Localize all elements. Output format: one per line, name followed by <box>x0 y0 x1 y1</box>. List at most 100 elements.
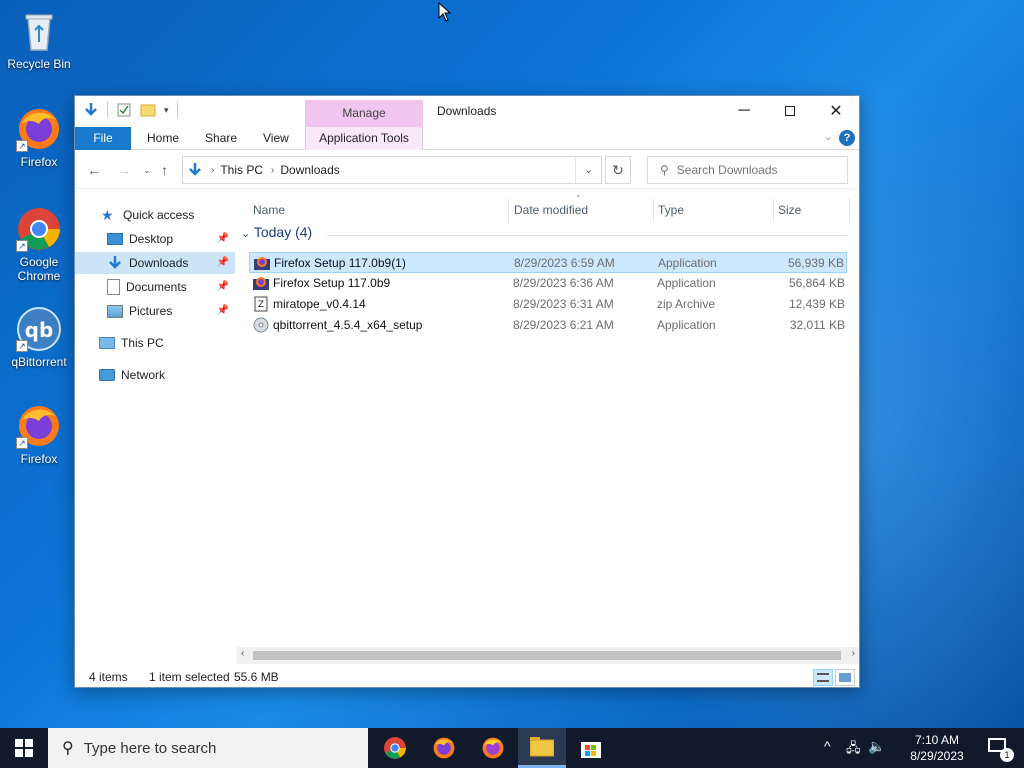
pin-icon[interactable]: 📌 <box>217 305 229 316</box>
tab-application-tools[interactable]: Application Tools <box>305 127 423 150</box>
group-divider <box>327 235 847 236</box>
download-arrow-icon[interactable] <box>83 102 99 118</box>
desktop-icon-qbittorrent[interactable]: qb ↗ qBittorrent <box>2 306 76 369</box>
recent-locations-button[interactable]: ⌄ <box>143 165 151 176</box>
large-icons-view-button[interactable] <box>835 669 855 686</box>
desktop-icon-label: qBittorrent <box>11 355 67 369</box>
breadcrumb-this-pc[interactable]: This PC <box>220 163 263 177</box>
close-button[interactable]: ✕ <box>813 96 859 126</box>
title-bar: ▾ Manage Downloads ─ ✕ <box>75 96 859 127</box>
recycle-bin-icon <box>16 8 62 54</box>
back-button[interactable]: ← <box>87 162 101 178</box>
desktop-icon-firefox[interactable]: ↗ Firefox <box>2 106 76 169</box>
clock-date: 8/29/2023 <box>910 749 964 763</box>
navigation-bar: ← → ⌄ ↑ › This PC › Downloads ⌄ ↻ ⚲ <box>75 151 859 189</box>
refresh-icon: ↻ <box>612 162 624 178</box>
sidebar-item-documents[interactable]: Documents 📌 <box>75 276 235 298</box>
store-icon <box>581 742 601 758</box>
manage-tab[interactable]: Manage <box>305 100 423 127</box>
computer-icon <box>99 337 115 349</box>
file-size: 56,939 KB <box>787 256 844 270</box>
sidebar-item-quick-access[interactable]: ★ Quick access <box>75 204 235 226</box>
file-name: miratope_v0.4.14 <box>273 297 366 311</box>
refresh-button[interactable]: ↻ <box>605 156 631 184</box>
up-button[interactable]: ↑ <box>161 162 168 178</box>
action-center-button[interactable]: 1 <box>988 738 1014 762</box>
file-size: 32,011 KB <box>789 318 845 332</box>
file-name: Firefox Setup 117.0b9(1) <box>274 256 406 270</box>
sidebar-item-pictures[interactable]: Pictures 📌 <box>75 300 235 322</box>
properties-icon[interactable] <box>116 102 132 118</box>
desktop-icon-label: Recycle Bin <box>7 57 71 71</box>
taskbar-firefox[interactable] <box>420 728 468 768</box>
file-date: 8/29/2023 6:31 AM <box>513 297 614 311</box>
file-type: zip Archive <box>657 297 716 311</box>
shortcut-arrow-icon: ↗ <box>16 340 28 352</box>
expand-ribbon-icon[interactable]: ⌄ <box>824 130 833 143</box>
file-date: 8/29/2023 6:59 AM <box>514 256 615 270</box>
table-row[interactable]: Firefox Setup 117.0b9 8/29/2023 6:36 AM … <box>249 273 847 294</box>
file-size: 56,864 KB <box>788 276 845 290</box>
sidebar-item-desktop[interactable]: Desktop 📌 <box>75 228 235 250</box>
horizontal-scrollbar[interactable]: ‹ › <box>237 647 859 664</box>
address-bar[interactable]: › This PC › Downloads ⌄ <box>182 156 602 184</box>
collapse-group-icon[interactable]: ⌄ <box>241 228 250 240</box>
column-header-name[interactable]: Name <box>249 198 509 222</box>
address-dropdown-button[interactable]: ⌄ <box>575 157 601 183</box>
breadcrumb-downloads[interactable]: Downloads <box>280 163 339 177</box>
search-icon: ⚲ <box>62 740 74 757</box>
network-icon[interactable]: 🖧 <box>846 739 861 761</box>
customize-toolbar-icon[interactable]: ▾ <box>164 105 169 116</box>
sidebar-item-network[interactable]: Network <box>75 364 235 386</box>
start-button[interactable] <box>0 728 48 768</box>
maximize-button[interactable] <box>767 96 813 126</box>
pin-icon[interactable]: 📌 <box>217 281 229 292</box>
desktop-icon-recycle-bin[interactable]: Recycle Bin <box>2 8 76 71</box>
selection-count: 1 item selected <box>149 670 230 684</box>
chevron-up-icon[interactable]: ^ <box>824 738 831 754</box>
search-box[interactable]: ⚲ <box>647 156 848 184</box>
group-header-today[interactable]: ⌄ Today (4) <box>241 224 312 240</box>
scroll-left-icon[interactable]: ‹ <box>241 648 244 659</box>
tab-home[interactable]: Home <box>135 127 191 150</box>
taskbar-file-explorer[interactable] <box>518 728 566 768</box>
table-row[interactable]: Z miratope_v0.4.14 8/29/2023 6:31 AM zip… <box>249 294 847 315</box>
details-view-button[interactable] <box>813 669 833 686</box>
file-type: Application <box>658 256 717 270</box>
firefox-icon: ↗ <box>16 106 62 152</box>
minimize-button[interactable]: ─ <box>721 96 767 126</box>
forward-button[interactable]: → <box>117 162 131 178</box>
help-icon[interactable]: ? <box>839 130 855 146</box>
tab-share[interactable]: Share <box>193 127 249 150</box>
column-header-size[interactable]: Size <box>774 198 850 222</box>
table-row[interactable]: Firefox Setup 117.0b9(1) 8/29/2023 6:59 … <box>249 252 847 273</box>
pin-icon[interactable]: 📌 <box>217 257 229 268</box>
taskbar-chrome[interactable] <box>371 728 419 768</box>
tab-file[interactable]: File <box>75 127 131 150</box>
volume-icon[interactable]: 🔈 <box>868 738 885 755</box>
scrollbar-thumb[interactable] <box>253 651 841 660</box>
desktop-icon-chrome[interactable]: ↗ Google Chrome <box>2 206 76 283</box>
sidebar-item-downloads[interactable]: Downloads 📌 <box>75 252 235 274</box>
group-label: Today (4) <box>253 224 313 240</box>
taskbar-search-box[interactable]: ⚲ Type here to search <box>48 728 368 768</box>
tab-view[interactable]: View <box>251 127 301 150</box>
new-folder-icon[interactable] <box>140 102 156 118</box>
status-bar: 4 items 1 item selected 55.6 MB <box>75 666 859 688</box>
clock[interactable]: 7:10 AM 8/29/2023 <box>902 732 972 764</box>
maximize-icon <box>785 106 795 116</box>
divider <box>107 102 108 118</box>
taskbar-firefox-beta[interactable] <box>469 728 517 768</box>
scroll-right-icon[interactable]: › <box>852 648 855 659</box>
desktop-icon-label: Google Chrome <box>17 255 61 283</box>
breadcrumb-chevron-icon[interactable]: › <box>211 165 214 176</box>
taskbar-store[interactable] <box>567 728 615 768</box>
sidebar-item-this-pc[interactable]: This PC <box>75 332 235 354</box>
table-row[interactable]: qbittorrent_4.5.4_x64_setup 8/29/2023 6:… <box>249 315 847 336</box>
pin-icon[interactable]: 📌 <box>217 233 229 244</box>
breadcrumb-chevron-icon[interactable]: › <box>271 165 274 176</box>
column-header-type[interactable]: Type <box>654 198 774 222</box>
search-input[interactable] <box>676 163 837 177</box>
column-header-date-modified[interactable]: Date modified <box>510 198 654 222</box>
desktop-icon-firefox-2[interactable]: ↗ Firefox <box>2 403 76 466</box>
